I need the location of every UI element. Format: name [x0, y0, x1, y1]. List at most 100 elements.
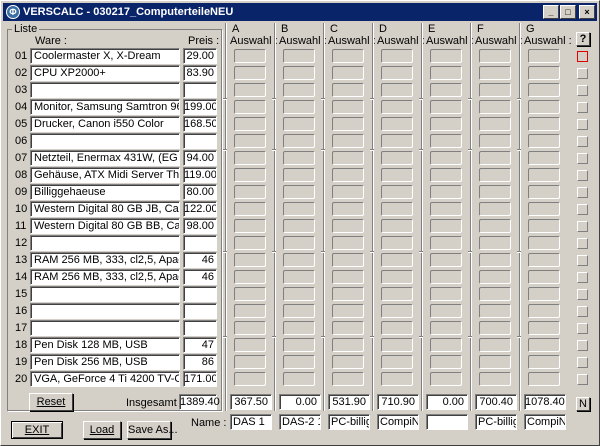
- selection-cell[interactable]: [332, 338, 364, 352]
- selection-cell[interactable]: [479, 304, 511, 318]
- selection-cell[interactable]: [234, 338, 266, 352]
- selection-cell[interactable]: [234, 66, 266, 80]
- preis-input[interactable]: 171.00: [183, 371, 217, 387]
- side-checkbox[interactable]: [577, 323, 588, 334]
- preis-input[interactable]: 94.00: [183, 150, 217, 166]
- preis-input[interactable]: [183, 303, 217, 319]
- selection-cell[interactable]: [479, 338, 511, 352]
- selection-cell[interactable]: [283, 338, 315, 352]
- side-checkbox[interactable]: [577, 187, 588, 198]
- side-checkbox[interactable]: [577, 119, 588, 130]
- ware-input[interactable]: [30, 320, 180, 336]
- selection-cell[interactable]: [283, 236, 315, 250]
- side-checkbox[interactable]: [577, 153, 588, 164]
- selection-cell[interactable]: [430, 372, 462, 386]
- side-checkbox[interactable]: [577, 221, 588, 232]
- selection-cell[interactable]: [528, 134, 560, 148]
- selection-cell[interactable]: [234, 236, 266, 250]
- selection-cell[interactable]: [332, 253, 364, 267]
- ware-input[interactable]: Drucker, Canon i550 Color: [30, 116, 180, 132]
- selection-cell[interactable]: [528, 355, 560, 369]
- selection-cell[interactable]: [381, 83, 413, 97]
- selection-cell[interactable]: [430, 253, 462, 267]
- selection-cell[interactable]: [283, 321, 315, 335]
- exit-button[interactable]: EXIT: [11, 421, 63, 439]
- selection-cell[interactable]: [381, 304, 413, 318]
- maximize-button[interactable]: □: [560, 5, 576, 19]
- side-checkbox[interactable]: [577, 289, 588, 300]
- selection-cell[interactable]: [332, 66, 364, 80]
- selection-cell[interactable]: [430, 134, 462, 148]
- selection-cell[interactable]: [332, 83, 364, 97]
- minimize-button[interactable]: _: [543, 5, 559, 19]
- selection-cell[interactable]: [234, 151, 266, 165]
- selection-cell[interactable]: [234, 168, 266, 182]
- preis-input[interactable]: 168.50: [183, 116, 217, 132]
- ware-input[interactable]: RAM 256 MB, 333, cl2,5, Apacer: [30, 269, 180, 285]
- preis-input[interactable]: 119.00: [183, 167, 217, 183]
- selection-cell[interactable]: [528, 66, 560, 80]
- selection-cell[interactable]: [430, 100, 462, 114]
- selection-cell[interactable]: [381, 168, 413, 182]
- ware-input[interactable]: Pen Disk 128 MB, USB: [30, 337, 180, 353]
- ware-input[interactable]: [30, 303, 180, 319]
- selection-cell[interactable]: [430, 321, 462, 335]
- ware-input[interactable]: [30, 286, 180, 302]
- ware-input[interactable]: Monitor, Samsung Samtron 96P 19": [30, 99, 180, 115]
- selection-cell[interactable]: [332, 151, 364, 165]
- selection-cell[interactable]: [283, 219, 315, 233]
- selection-cell[interactable]: [381, 236, 413, 250]
- selection-cell[interactable]: [479, 134, 511, 148]
- side-checkbox[interactable]: [577, 68, 588, 79]
- column-name-input[interactable]: CompiNe: [377, 414, 419, 430]
- selection-cell[interactable]: [283, 372, 315, 386]
- selection-cell[interactable]: [283, 151, 315, 165]
- selection-cell[interactable]: [381, 321, 413, 335]
- selection-cell[interactable]: [332, 270, 364, 284]
- selection-cell[interactable]: [479, 287, 511, 301]
- selection-cell[interactable]: [430, 83, 462, 97]
- ware-input[interactable]: Western Digital 80 GB BB, Cache 2 MB: [30, 218, 180, 234]
- selection-cell[interactable]: [528, 117, 560, 131]
- preis-input[interactable]: [183, 286, 217, 302]
- column-name-input[interactable]: [426, 414, 468, 430]
- selection-cell[interactable]: [479, 355, 511, 369]
- selection-cell[interactable]: [332, 202, 364, 216]
- selection-cell[interactable]: [381, 338, 413, 352]
- selection-cell[interactable]: [332, 134, 364, 148]
- selection-cell[interactable]: [332, 49, 364, 63]
- selection-cell[interactable]: [430, 219, 462, 233]
- selection-cell[interactable]: [332, 355, 364, 369]
- selection-cell[interactable]: [283, 168, 315, 182]
- preis-input[interactable]: [183, 235, 217, 251]
- selection-cell[interactable]: [283, 117, 315, 131]
- ware-input[interactable]: Billiggehaeuse: [30, 184, 180, 200]
- selection-cell[interactable]: [283, 134, 315, 148]
- selection-cell[interactable]: [332, 168, 364, 182]
- selection-cell[interactable]: [479, 168, 511, 182]
- preis-input[interactable]: 83.90: [183, 65, 217, 81]
- selection-cell[interactable]: [234, 134, 266, 148]
- selection-cell[interactable]: [430, 49, 462, 63]
- selection-cell[interactable]: [234, 185, 266, 199]
- preis-input[interactable]: 80.00: [183, 184, 217, 200]
- side-checkbox[interactable]: [577, 272, 588, 283]
- selection-cell[interactable]: [528, 168, 560, 182]
- selection-cell[interactable]: [479, 83, 511, 97]
- selection-cell[interactable]: [381, 151, 413, 165]
- selection-cell[interactable]: [528, 270, 560, 284]
- side-checkbox[interactable]: [577, 306, 588, 317]
- side-checkbox[interactable]: [577, 170, 588, 181]
- selection-cell[interactable]: [234, 287, 266, 301]
- selection-cell[interactable]: [528, 49, 560, 63]
- selection-cell[interactable]: [528, 304, 560, 318]
- selection-cell[interactable]: [381, 287, 413, 301]
- preis-input[interactable]: 47: [183, 337, 217, 353]
- selection-cell[interactable]: [430, 168, 462, 182]
- selection-cell[interactable]: [332, 321, 364, 335]
- selection-cell[interactable]: [283, 202, 315, 216]
- preis-input[interactable]: 46: [183, 269, 217, 285]
- help-button[interactable]: ?: [576, 32, 590, 46]
- selection-cell[interactable]: [234, 117, 266, 131]
- selection-cell[interactable]: [381, 372, 413, 386]
